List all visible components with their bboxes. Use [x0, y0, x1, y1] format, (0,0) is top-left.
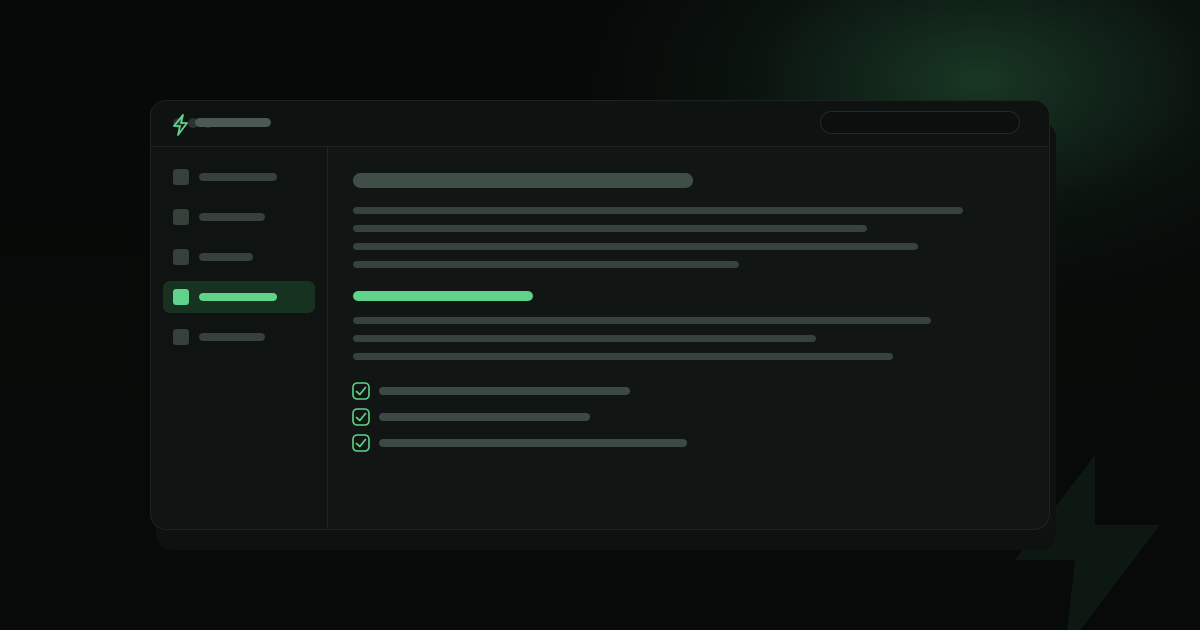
- text-line-placeholder: [353, 207, 963, 214]
- square-icon: [173, 249, 189, 265]
- checkbox-checked-icon[interactable]: [352, 408, 370, 426]
- sidebar-item-label: [199, 293, 277, 301]
- sidebar-item[interactable]: [163, 201, 315, 233]
- checklist-item-label-placeholder: [379, 413, 590, 421]
- sidebar-item-label: [199, 333, 265, 341]
- page-title-placeholder: [353, 173, 693, 188]
- checklist-item-label-placeholder: [379, 387, 630, 395]
- sidebar: [151, 147, 328, 529]
- sidebar-item-label: [199, 253, 253, 261]
- square-icon: [173, 209, 189, 225]
- lightning-bolt-icon: [173, 114, 188, 136]
- text-line-placeholder: [353, 243, 918, 250]
- title-bar: [151, 101, 1049, 147]
- text-line-placeholder: [353, 353, 893, 360]
- square-icon: [173, 329, 189, 345]
- page-background: [0, 0, 1200, 630]
- search-input[interactable]: [820, 111, 1020, 134]
- sidebar-item-active[interactable]: [163, 281, 315, 313]
- checkbox-checked-icon[interactable]: [352, 434, 370, 452]
- sidebar-item[interactable]: [163, 321, 315, 353]
- text-line-placeholder: [353, 335, 816, 342]
- app-window: [150, 100, 1050, 530]
- section-heading-placeholder: [353, 291, 533, 301]
- checklist-item-label-placeholder: [379, 439, 687, 447]
- text-line-placeholder: [353, 225, 867, 232]
- square-icon: [173, 289, 189, 305]
- square-icon: [173, 169, 189, 185]
- app-name-placeholder: [195, 118, 271, 127]
- main-content: [328, 147, 1049, 529]
- checkbox-checked-icon[interactable]: [352, 382, 370, 400]
- sidebar-item[interactable]: [163, 241, 315, 273]
- sidebar-item-label: [199, 213, 265, 221]
- text-line-placeholder: [353, 317, 931, 324]
- text-line-placeholder: [353, 261, 739, 268]
- sidebar-item-label: [199, 173, 277, 181]
- sidebar-item[interactable]: [163, 161, 315, 193]
